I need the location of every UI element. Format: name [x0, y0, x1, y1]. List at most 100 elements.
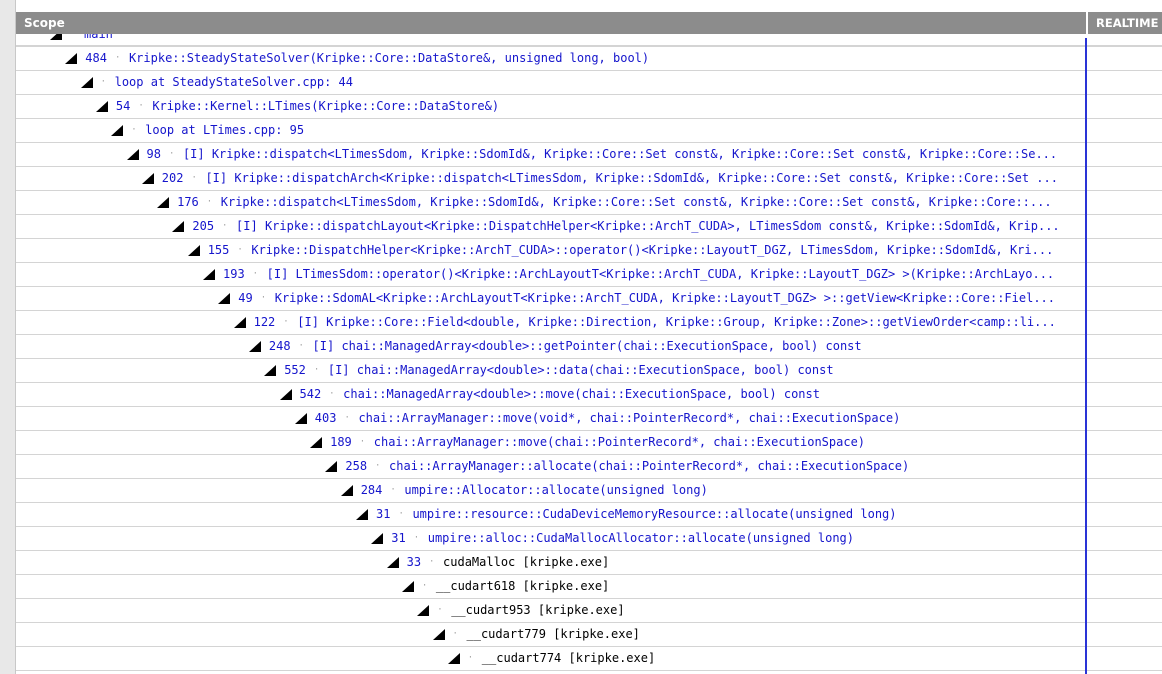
expand-triangle-icon[interactable] — [157, 197, 170, 208]
tree-row[interactable]: · __cudart953 [kripke.exe] — [16, 599, 1162, 623]
node-count: 552 — [284, 363, 306, 377]
tree-row[interactable]: 205 · [I] Kripke::dispatchLayout<Kripke::D… — [16, 215, 1162, 239]
node-count: 258 — [345, 459, 368, 473]
tree-row[interactable]: 31 · umpire::resource::CudaDeviceMemoryRes… — [16, 503, 1162, 527]
node-count: 98 — [146, 147, 161, 161]
node-label: chai::ArrayManager::move(chai::PointerRe… — [373, 435, 866, 449]
expand-triangle-icon[interactable] — [111, 125, 124, 136]
tree-row[interactable]: 98 · [I] Kripke::dispatch<LTimesSdom, Krip… — [16, 143, 1162, 167]
expand-triangle-icon[interactable] — [218, 293, 231, 304]
tree-row[interactable]: 542 · chai::ManagedArray<double>::move(cha… — [16, 383, 1162, 407]
expand-triangle-icon[interactable] — [187, 245, 200, 256]
expand-triangle-icon[interactable] — [126, 149, 139, 160]
tree-row[interactable]: 202 · [I] Kripke::dispatchArch<Kripke::dis… — [16, 167, 1162, 191]
tree-row[interactable]: 33 · cudaMalloc [kripke.exe] — [16, 551, 1162, 575]
expand-triangle-icon[interactable] — [264, 365, 277, 376]
expand-triangle-icon[interactable] — [172, 221, 185, 232]
separator-dot-icon: · — [206, 197, 213, 207]
tree-row[interactable]: · loop at SteadyStateSolver.cpp: 44 — [16, 71, 1162, 95]
expand-triangle-icon[interactable] — [141, 173, 154, 184]
separator-dot-icon: · — [252, 269, 259, 279]
expand-triangle-icon[interactable] — [447, 653, 460, 664]
node-count: 54 — [115, 99, 131, 113]
tree-row[interactable]: 49 · Kripke::SdomAL<Kripke::ArchLayoutT<Kr… — [16, 287, 1162, 311]
separator-dot-icon: · — [138, 101, 144, 111]
node-count: 33 — [406, 555, 422, 569]
separator-dot-icon: · — [168, 149, 175, 159]
tree-row[interactable]: 189 · chai::ArrayManager::move(chai::Point… — [16, 431, 1162, 455]
tree-row[interactable]: 155 · Kripke::DispatchHelper<Kripke::ArchT… — [16, 239, 1162, 263]
node-label: Kripke::SdomAL<Kripke::ArchLayoutT<Kripk… — [274, 291, 1055, 305]
realtime-column-header[interactable]: REALTIME — [1096, 16, 1158, 30]
expand-triangle-icon[interactable] — [279, 389, 292, 400]
tree-row[interactable]: · __cudart618 [kripke.exe] — [16, 575, 1162, 599]
tree-row[interactable]: 552 · [I] chai::ManagedArray<double>::data… — [16, 359, 1162, 383]
node-label: chai::ArrayManager::move(void*, chai::Po… — [358, 411, 901, 425]
tree-row[interactable]: 122 · [I] Kripke::Core::Field<double, Krip… — [16, 311, 1162, 335]
tree-row[interactable]: · __cudart779 [kripke.exe] — [16, 623, 1162, 647]
separator-dot-icon: · — [375, 461, 381, 471]
node-count: 484 — [85, 51, 107, 65]
expand-triangle-icon[interactable] — [95, 101, 108, 112]
expand-triangle-icon[interactable] — [386, 557, 399, 568]
node-label: Kripke::dispatch<LTimesSdom, Kripke::Sdo… — [220, 195, 1052, 209]
expand-triangle-icon[interactable] — [356, 509, 368, 520]
expand-triangle-icon[interactable] — [310, 437, 323, 448]
expand-triangle-icon[interactable] — [401, 581, 414, 592]
expand-triangle-icon[interactable] — [80, 77, 93, 88]
expand-triangle-icon[interactable] — [65, 53, 78, 64]
separator-dot-icon: · — [329, 389, 335, 399]
expand-triangle-icon[interactable] — [432, 629, 445, 640]
tree-row[interactable]: · loop at LTimes.cpp: 95 — [16, 119, 1162, 143]
tree-row[interactable]: 403 · chai::ArrayManager::move(void*, chai… — [16, 407, 1162, 431]
separator-dot-icon: · — [114, 53, 121, 63]
node-label: [I] Kripke::dispatchArch<Kripke::dispatc… — [205, 171, 1058, 185]
scope-column-header[interactable]: Scope — [24, 16, 65, 30]
separator-dot-icon: · — [260, 293, 267, 303]
separator-dot-icon: · — [390, 485, 396, 495]
node-count: 155 — [207, 243, 230, 257]
tree-row[interactable]: 54 · Kripke::Kernel::LTimes(Kripke::Core::… — [16, 95, 1162, 119]
expand-triangle-icon[interactable] — [50, 34, 62, 40]
node-label: [I] LTimesSdom::operator()<Kripke::ArchL… — [266, 267, 1055, 281]
left-gutter — [0, 0, 16, 674]
separator-dot-icon: · — [313, 365, 320, 375]
separator-dot-icon: · — [437, 605, 443, 615]
realtime-column-boundary — [1085, 38, 1087, 674]
node-label: umpire::Allocator::allocate(unsigned lon… — [404, 483, 708, 497]
node-label: __cudart774 [kripke.exe] — [481, 651, 656, 665]
expand-triangle-icon[interactable] — [233, 317, 246, 328]
tree-row[interactable]: 258 · chai::ArrayManager::allocate(chai::P… — [16, 455, 1162, 479]
separator-dot-icon: · — [70, 34, 76, 39]
tree-row[interactable]: 176 · Kripke::dispatch<LTimesSdom, Kripke:… — [16, 191, 1162, 215]
tree-row[interactable]: 193 · [I] LTimesSdom::operator()<Kripke::A… — [16, 263, 1162, 287]
separator-dot-icon: · — [359, 437, 366, 447]
column-separator[interactable] — [1086, 12, 1088, 34]
expand-triangle-icon[interactable] — [203, 269, 215, 280]
expand-triangle-icon[interactable] — [417, 605, 430, 616]
tree-row[interactable]: 31 · umpire::alloc::CudaMallocAllocator::a… — [16, 527, 1162, 551]
separator-dot-icon: · — [467, 653, 474, 663]
tree-row[interactable]: 248 · [I] chai::ManagedArray<double>::getP… — [16, 335, 1162, 359]
separator-dot-icon: · — [452, 629, 458, 639]
separator-dot-icon: · — [131, 125, 137, 135]
expand-triangle-icon[interactable] — [325, 461, 338, 472]
node-count: 31 — [376, 507, 391, 521]
tree-row[interactable]: · main — [16, 34, 1162, 47]
node-label: chai::ManagedArray<double>::move(chai::E… — [343, 387, 820, 401]
tree-row[interactable]: 484 · Kripke::SteadyStateSolver(Kripke::Co… — [16, 47, 1162, 71]
call-tree: · main 484 · Kripke::SteadyStateSolver(Kripk… — [16, 34, 1162, 674]
separator-dot-icon: · — [237, 245, 243, 255]
expand-triangle-icon[interactable] — [294, 413, 307, 424]
expand-triangle-icon[interactable] — [340, 485, 353, 496]
node-count: 31 — [391, 531, 406, 545]
tree-row[interactable]: 284 · umpire::Allocator::allocate(unsigned… — [16, 479, 1162, 503]
separator-dot-icon: · — [298, 341, 304, 351]
expand-triangle-icon[interactable] — [371, 533, 384, 544]
separator-dot-icon: · — [222, 221, 228, 231]
tree-row[interactable]: · __cudart774 [kripke.exe] — [16, 647, 1162, 671]
node-count: 403 — [314, 411, 337, 425]
node-label: Kripke::SteadyStateSolver(Kripke::Core::… — [128, 51, 650, 65]
node-label: [I] Kripke::Core::Field<double, Kripke::… — [297, 315, 1056, 329]
expand-triangle-icon[interactable] — [248, 341, 261, 352]
